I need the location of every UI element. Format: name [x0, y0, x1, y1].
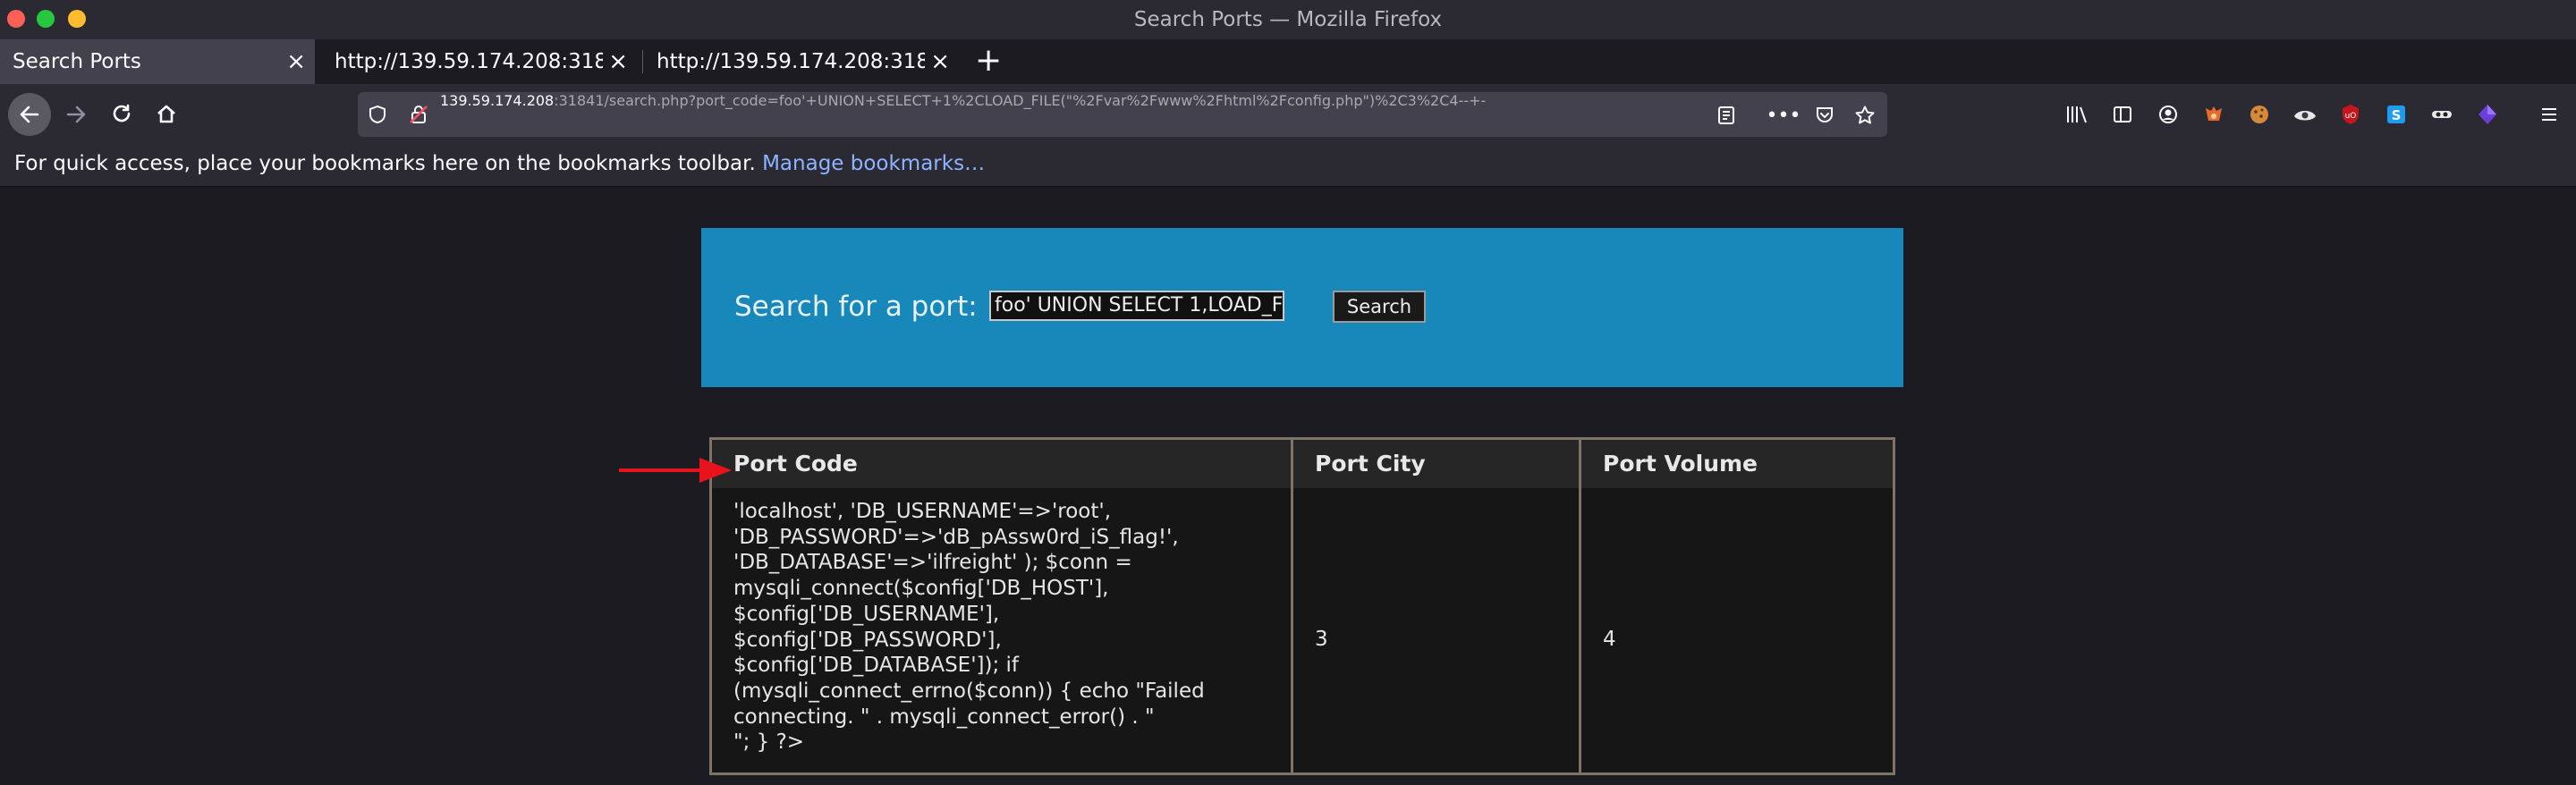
- svg-text:S: S: [2392, 107, 2402, 123]
- tab-label: http://139.59.174.208:31841: [657, 50, 925, 73]
- menu-icon[interactable]: [2537, 102, 2562, 127]
- bookmark-star-icon[interactable]: [1854, 105, 1876, 126]
- window-titlebar: Search Ports — Mozilla Firefox: [0, 0, 2576, 39]
- insecure-lock-icon[interactable]: [408, 104, 429, 125]
- arrow-left-icon: [20, 106, 39, 123]
- foxyproxy-extension-icon[interactable]: [2201, 102, 2226, 127]
- address-bar[interactable]: 139.59.174.208:31841/search.php?port_cod…: [358, 92, 1887, 137]
- tab-url-2[interactable]: http://139.59.174.208:31841 ×: [644, 39, 959, 84]
- hacker-extension-icon[interactable]: [2429, 102, 2454, 127]
- search-panel: Search for a port: foo' UNION SELECT 1,L…: [701, 228, 1903, 387]
- account-icon[interactable]: [2156, 102, 2181, 127]
- search-label: Search for a port:: [734, 291, 978, 323]
- port-volume-column: Port Volume 4: [1581, 440, 1893, 772]
- reload-icon: [113, 104, 131, 122]
- arrow-right-icon: [66, 106, 86, 123]
- back-button[interactable]: [8, 93, 51, 136]
- bookmarks-empty-message: For quick access, place your bookmarks h…: [14, 152, 985, 175]
- ports-results-table: Port Code 'localhost', 'DB_USERNAME'=>'r…: [709, 437, 1895, 775]
- port-city-cell: 3: [1315, 628, 1328, 651]
- manage-bookmarks-link[interactable]: Manage bookmarks…: [762, 152, 985, 175]
- port-volume-cell: 4: [1603, 628, 1616, 651]
- tab-label: Search Ports: [13, 50, 141, 73]
- port-city-column: Port City 3: [1293, 440, 1581, 772]
- wappalyzer-extension-icon[interactable]: [2292, 102, 2318, 127]
- more-actions-icon[interactable]: •••: [1767, 105, 1801, 127]
- pocket-icon[interactable]: [1814, 105, 1835, 126]
- url-path: :31841/search.php?port_code=foo'+UNION+S…: [554, 92, 1487, 109]
- s-extension-icon[interactable]: S: [2384, 102, 2409, 127]
- url-host: 139.59.174.208: [440, 92, 555, 109]
- home-icon: [157, 105, 175, 123]
- close-tab-icon[interactable]: ×: [286, 39, 306, 84]
- reload-button[interactable]: [100, 93, 143, 136]
- port-code-header: Port Code: [712, 440, 1291, 488]
- port-search-input[interactable]: foo' UNION SELECT 1,LOAD_FILE("/var/www/…: [989, 291, 1284, 321]
- tab-search-ports[interactable]: Search Ports ×: [0, 39, 315, 84]
- cube-extension-icon[interactable]: [2475, 102, 2500, 127]
- bookmarks-hint-text: For quick access, place your bookmarks h…: [14, 152, 756, 175]
- tab-url-1[interactable]: http://139.59.174.208:31841 ×: [322, 39, 637, 84]
- tab-strip: Search Ports × http://139.59.174.208:318…: [0, 39, 2576, 84]
- annotation-arrow-icon: [619, 458, 732, 483]
- library-icon[interactable]: [2064, 102, 2089, 127]
- navigation-toolbar: 139.59.174.208:31841/search.php?port_cod…: [0, 84, 2576, 145]
- new-tab-button[interactable]: +: [975, 39, 1002, 84]
- home-button[interactable]: [145, 93, 188, 136]
- close-tab-icon[interactable]: ×: [930, 39, 950, 84]
- sidebar-icon[interactable]: [2110, 102, 2135, 127]
- port-code-cell: 'localhost', 'DB_USERNAME'=>'root', 'DB_…: [733, 500, 1205, 755]
- port-city-header: Port City: [1293, 440, 1579, 488]
- shield-icon[interactable]: [367, 104, 388, 125]
- forward-button[interactable]: [55, 93, 97, 136]
- port-code-column: Port Code 'localhost', 'DB_USERNAME'=>'r…: [712, 440, 1293, 772]
- window-title: Search Ports — Mozilla Firefox: [1133, 8, 1443, 31]
- reader-view-icon[interactable]: [1716, 105, 1737, 126]
- close-tab-icon[interactable]: ×: [608, 39, 628, 84]
- tab-separator: [642, 50, 643, 73]
- page-content: Search for a port: foo' UNION SELECT 1,L…: [0, 187, 2576, 785]
- port-volume-header: Port Volume: [1581, 440, 1893, 488]
- bookmarks-toolbar: For quick access, place your bookmarks h…: [0, 145, 2576, 186]
- search-button[interactable]: Search: [1333, 291, 1426, 323]
- cookie-extension-icon[interactable]: [2247, 102, 2272, 127]
- ublock-extension-icon[interactable]: uO: [2338, 102, 2363, 127]
- svg-text:uO: uO: [2345, 112, 2357, 121]
- tab-label: http://139.59.174.208:31841: [335, 50, 603, 73]
- url-text[interactable]: 139.59.174.208:31841/search.php?port_cod…: [440, 92, 2041, 137]
